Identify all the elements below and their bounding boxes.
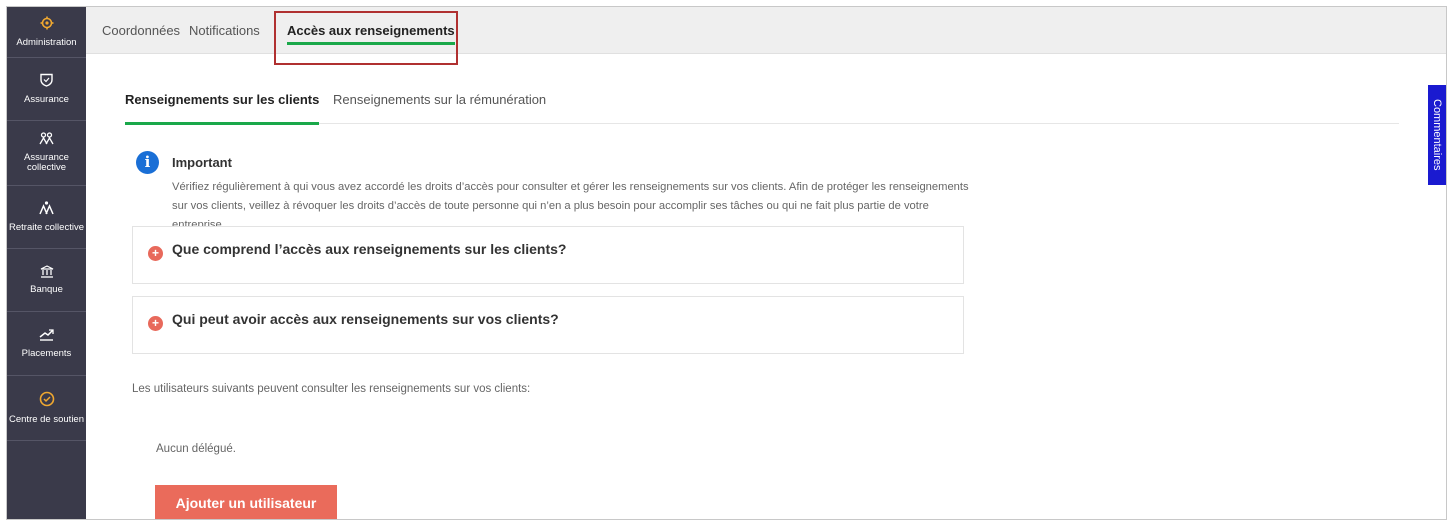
- sidebar-item-label: Assurance collective: [24, 151, 69, 174]
- users-intro-text: Les utilisateurs suivants peuvent consul…: [132, 383, 531, 395]
- people-icon: [39, 201, 54, 218]
- sidebar-item-assurance-collective[interactable]: Assurance collective: [7, 121, 86, 186]
- bank-icon: [40, 264, 54, 281]
- tab-renseignements-clients[interactable]: Renseignements sur les clients: [125, 82, 320, 125]
- accordion-qui-peut-acceder[interactable]: + Qui peut avoir accès aux renseignement…: [132, 296, 964, 354]
- sub-tab-bar: Renseignements sur les clients Renseigne…: [125, 82, 1399, 125]
- sidebar: Administration Assurance Assurance colle…: [7, 7, 86, 519]
- check-circle-icon: [39, 391, 55, 410]
- info-icon: i: [136, 151, 159, 174]
- app-window: Administration Assurance Assurance colle…: [6, 6, 1447, 520]
- feedback-tab[interactable]: Commentaires: [1428, 85, 1446, 185]
- active-tab-indicator: [287, 42, 455, 45]
- top-tab-bar: Coordonnées Notifications Accès aux rens…: [86, 7, 1446, 54]
- sidebar-item-label: Centre de soutien: [9, 413, 84, 425]
- accordion-acces-clients[interactable]: + Que comprend l’accès aux renseignement…: [132, 226, 964, 284]
- tab-label: Renseignements sur les clients: [125, 92, 320, 107]
- sidebar-item-label: Administration: [16, 36, 77, 48]
- sidebar-item-administration[interactable]: Administration: [7, 7, 86, 58]
- tab-acces-aux-renseignements[interactable]: Accès aux renseignements: [287, 7, 455, 54]
- sidebar-item-assurance[interactable]: Assurance: [7, 58, 86, 121]
- sidebar-item-label: Placements: [21, 347, 72, 359]
- shield-icon: [40, 73, 53, 90]
- group-icon: [39, 132, 54, 148]
- sidebar-item-centre-de-soutien[interactable]: Centre de soutien: [7, 376, 86, 441]
- sidebar-item-placements[interactable]: Placements: [7, 312, 86, 376]
- sidebar-item-retraite-collective[interactable]: Retraite collective: [7, 186, 86, 249]
- sidebar-item-label: Retraite collective: [9, 221, 84, 233]
- active-tab-indicator: [125, 122, 320, 125]
- accordion-title: Que comprend l’accès aux renseignements …: [172, 241, 567, 257]
- plus-circle-icon: +: [148, 246, 163, 261]
- add-user-button[interactable]: Ajouter un utilisateur: [155, 485, 337, 519]
- chart-up-icon: [39, 328, 54, 344]
- tab-label: Accès aux renseignements: [287, 23, 455, 38]
- notice-title: Important: [172, 155, 232, 170]
- tab-coordonnees[interactable]: Coordonnées: [102, 7, 180, 54]
- no-delegate-text: Aucun délégué.: [156, 443, 236, 455]
- sidebar-item-label: Assurance: [24, 93, 69, 105]
- tab-renseignements-remuneration[interactable]: Renseignements sur la rémunération: [333, 82, 546, 124]
- feedback-label: Commentaires: [1431, 99, 1443, 171]
- tab-notifications[interactable]: Notifications: [189, 7, 260, 54]
- sidebar-item-banque[interactable]: Banque: [7, 249, 86, 312]
- gear-icon: [40, 16, 54, 33]
- accordion-title: Qui peut avoir accès aux renseignements …: [172, 311, 559, 327]
- plus-circle-icon: +: [148, 316, 163, 331]
- sidebar-item-label: Banque: [30, 284, 63, 295]
